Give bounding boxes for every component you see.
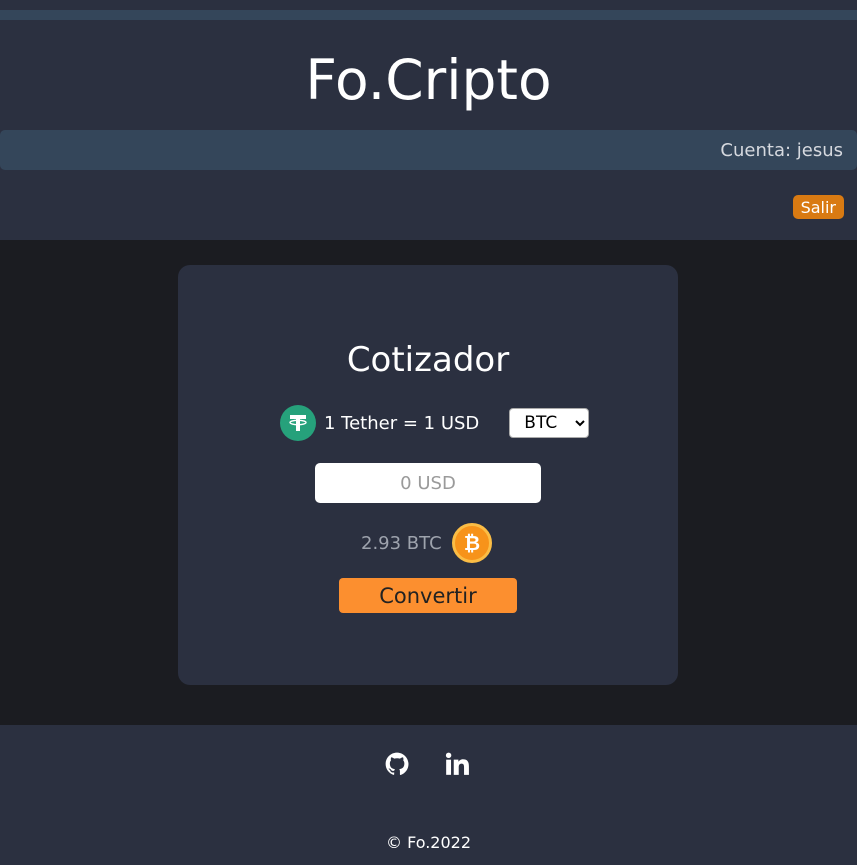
logout-button[interactable]: Salir <box>792 195 844 219</box>
bitcoin-icon: ₿ <box>451 523 492 563</box>
amount-input[interactable] <box>315 463 541 503</box>
currency-select[interactable]: BTC <box>509 408 590 438</box>
svg-text:₿: ₿ <box>464 531 480 555</box>
converter-title: Cotizador <box>346 340 510 380</box>
top-strip <box>0 0 857 10</box>
rate-row: 1 Tether = 1 USD BTC <box>280 405 590 441</box>
result-row: 2.93 BTC ₿ <box>361 523 492 563</box>
copyright: © Fo.2022 <box>385 833 472 852</box>
result-text: 2.93 BTC <box>361 532 442 554</box>
linkedin-icon[interactable] <box>444 751 470 777</box>
converter-card: Cotizador 1 Tether = 1 USD BTC 2.93 BTC … <box>178 265 678 685</box>
rate-text: 1 Tether = 1 USD <box>324 412 480 434</box>
site-footer: © Fo.2022 <box>0 725 857 865</box>
tether-icon <box>280 405 316 441</box>
top-accent-strip <box>0 10 857 20</box>
account-bar: Cuenta: jesus <box>0 130 857 170</box>
social-links <box>384 751 470 777</box>
convert-button[interactable]: Convertir <box>339 578 517 613</box>
github-icon[interactable] <box>384 751 410 777</box>
account-label: Cuenta: jesus <box>720 140 843 161</box>
site-header: Fo.Cripto Cuenta: jesus Salir <box>0 20 857 240</box>
site-title: Fo.Cripto <box>305 48 552 112</box>
